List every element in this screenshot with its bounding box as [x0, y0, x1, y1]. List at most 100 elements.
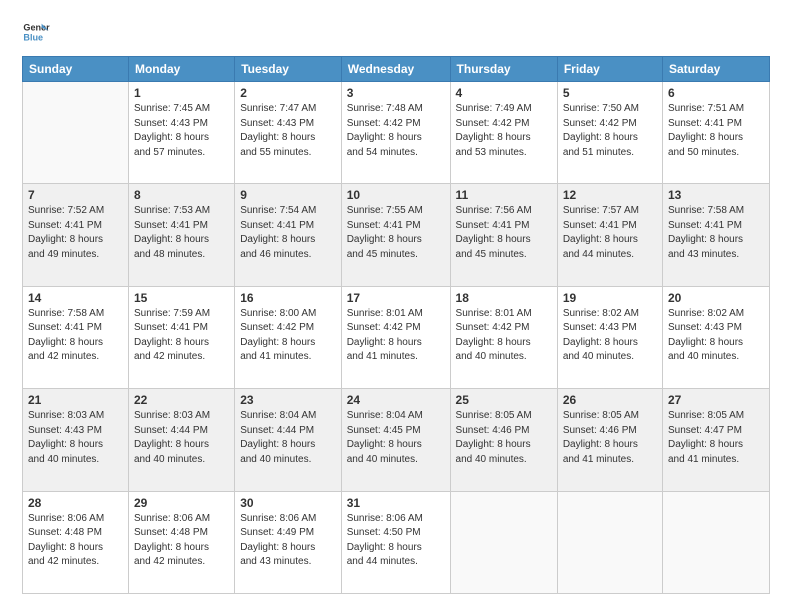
daylight-line2: and 43 minutes. [668, 249, 739, 260]
day-number: 18 [456, 291, 552, 305]
sunset-text: Sunset: 4:42 PM [563, 118, 637, 129]
daylight-line1: Daylight: 8 hours [668, 132, 743, 143]
daylight-line1: Daylight: 8 hours [668, 337, 743, 348]
sunset-text: Sunset: 4:41 PM [28, 322, 102, 333]
calendar-week-row: 1Sunrise: 7:45 AMSunset: 4:43 PMDaylight… [23, 82, 770, 184]
day-info: Sunrise: 8:00 AMSunset: 4:42 PMDaylight:… [240, 307, 336, 365]
daylight-line2: and 45 minutes. [456, 249, 527, 260]
sunset-text: Sunset: 4:50 PM [347, 527, 421, 538]
calendar-cell: 7Sunrise: 7:52 AMSunset: 4:41 PMDaylight… [23, 184, 129, 286]
sunset-text: Sunset: 4:41 PM [134, 220, 208, 231]
daylight-line2: and 40 minutes. [668, 351, 739, 362]
sunset-text: Sunset: 4:43 PM [28, 425, 102, 436]
sunset-text: Sunset: 4:44 PM [240, 425, 314, 436]
daylight-line2: and 51 minutes. [563, 147, 634, 158]
day-info: Sunrise: 8:04 AMSunset: 4:45 PMDaylight:… [347, 409, 445, 467]
logo: General Blue [22, 18, 53, 46]
daylight-line1: Daylight: 8 hours [347, 132, 422, 143]
day-info: Sunrise: 7:45 AMSunset: 4:43 PMDaylight:… [134, 102, 229, 160]
calendar-cell: 20Sunrise: 8:02 AMSunset: 4:43 PMDayligh… [662, 286, 769, 388]
calendar-cell: 19Sunrise: 8:02 AMSunset: 4:43 PMDayligh… [557, 286, 662, 388]
day-number: 7 [28, 188, 123, 202]
day-info: Sunrise: 8:02 AMSunset: 4:43 PMDaylight:… [668, 307, 764, 365]
daylight-line2: and 42 minutes. [134, 556, 205, 567]
calendar-cell: 16Sunrise: 8:00 AMSunset: 4:42 PMDayligh… [235, 286, 342, 388]
sunrise-text: Sunrise: 7:51 AM [668, 103, 744, 114]
sunrise-text: Sunrise: 7:53 AM [134, 205, 210, 216]
sunset-text: Sunset: 4:46 PM [456, 425, 530, 436]
day-number: 12 [563, 188, 657, 202]
daylight-line1: Daylight: 8 hours [456, 132, 531, 143]
daylight-line2: and 42 minutes. [134, 351, 205, 362]
day-number: 25 [456, 393, 552, 407]
day-info: Sunrise: 7:54 AMSunset: 4:41 PMDaylight:… [240, 204, 336, 262]
daylight-line1: Daylight: 8 hours [240, 234, 315, 245]
day-info: Sunrise: 8:03 AM Sunset: 4:43 PM Daylight:… [28, 409, 123, 467]
day-number: 26 [563, 393, 657, 407]
sunrise-text: Sunrise: 7:58 AM [668, 205, 744, 216]
sunset-text: Sunset: 4:43 PM [240, 118, 314, 129]
daylight-line1: Daylight: 8 hours [347, 234, 422, 245]
day-number: 27 [668, 393, 764, 407]
header: General Blue [22, 18, 770, 46]
calendar-cell: 31Sunrise: 8:06 AMSunset: 4:50 PMDayligh… [341, 491, 450, 593]
calendar-cell: 3Sunrise: 7:48 AMSunset: 4:42 PMDaylight… [341, 82, 450, 184]
daylight-line2: and 43 minutes. [240, 556, 311, 567]
sunset-text: Sunset: 4:46 PM [563, 425, 637, 436]
daylight-line2: and 48 minutes. [134, 249, 205, 260]
day-number: 15 [134, 291, 229, 305]
daylight-line1: Daylight: 8 hours [240, 542, 315, 553]
daylight-line1: Daylight: 8 hours [28, 234, 103, 245]
daylight-line1: Daylight: 8 hours [134, 234, 209, 245]
calendar-header: SundayMondayTuesdayWednesdayThursdayFrid… [23, 57, 770, 82]
daylight-line2: and 40 minutes. [28, 454, 99, 465]
calendar-cell: 13Sunrise: 7:58 AMSunset: 4:41 PMDayligh… [662, 184, 769, 286]
weekday-header-friday: Friday [557, 57, 662, 82]
daylight-line2: and 55 minutes. [240, 147, 311, 158]
daylight-line1: Daylight: 8 hours [28, 439, 103, 450]
sunset-text: Sunset: 4:42 PM [347, 322, 421, 333]
day-number: 9 [240, 188, 336, 202]
logo-icon: General Blue [22, 18, 50, 46]
daylight-line1: Daylight: 8 hours [134, 132, 209, 143]
svg-text:General: General [23, 23, 50, 33]
calendar-cell: 4Sunrise: 7:49 AMSunset: 4:42 PMDaylight… [450, 82, 557, 184]
sunrise-text: Sunrise: 7:58 AM [28, 308, 104, 319]
daylight-line1: Daylight: 8 hours [240, 132, 315, 143]
daylight-line2: and 44 minutes. [563, 249, 634, 260]
daylight-line2: and 53 minutes. [456, 147, 527, 158]
day-info: Sunrise: 8:06 AMSunset: 4:48 PMDaylight:… [28, 512, 123, 570]
sunrise-text: Sunrise: 8:02 AM [668, 308, 744, 319]
sunrise-text: Sunrise: 7:45 AM [134, 103, 210, 114]
calendar-cell: 30Sunrise: 8:06 AMSunset: 4:49 PMDayligh… [235, 491, 342, 593]
calendar-cell: 21 Sunrise: 8:03 AM Sunset: 4:43 PM Dayligh… [23, 389, 129, 491]
day-number: 22 [134, 393, 229, 407]
sunset-text: Sunset: 4:49 PM [240, 527, 314, 538]
weekday-header-thursday: Thursday [450, 57, 557, 82]
sunrise-text: Sunrise: 7:50 AM [563, 103, 639, 114]
calendar-body: 1Sunrise: 7:45 AMSunset: 4:43 PMDaylight… [23, 82, 770, 594]
svg-text:Blue: Blue [23, 32, 43, 42]
daylight-line1: Daylight: 8 hours [347, 542, 422, 553]
daylight-line2: and 54 minutes. [347, 147, 418, 158]
sunset-text: Sunset: 4:45 PM [347, 425, 421, 436]
sunrise-text: Sunrise: 7:52 AM [28, 205, 104, 216]
day-info: Sunrise: 7:57 AMSunset: 4:41 PMDaylight:… [563, 204, 657, 262]
day-number: 21 [28, 393, 123, 407]
daylight-line2: and 40 minutes. [563, 351, 634, 362]
sunrise-text: Sunrise: 7:48 AM [347, 103, 423, 114]
day-number: 1 [134, 86, 229, 100]
daylight-line2: and 50 minutes. [668, 147, 739, 158]
weekday-row: SundayMondayTuesdayWednesdayThursdayFrid… [23, 57, 770, 82]
day-info: Sunrise: 8:05 AMSunset: 4:47 PMDaylight:… [668, 409, 764, 467]
daylight-line2: and 41 minutes. [240, 351, 311, 362]
day-info: Sunrise: 7:56 AMSunset: 4:41 PMDaylight:… [456, 204, 552, 262]
daylight-line1: Daylight: 8 hours [456, 234, 531, 245]
sunrise-text: Sunrise: 8:03 AM [28, 410, 104, 421]
day-number: 10 [347, 188, 445, 202]
daylight-line1: Daylight: 8 hours [668, 439, 743, 450]
sunrise-text: Sunrise: 7:54 AM [240, 205, 316, 216]
sunset-text: Sunset: 4:41 PM [563, 220, 637, 231]
daylight-line2: and 45 minutes. [347, 249, 418, 260]
sunset-text: Sunset: 4:42 PM [240, 322, 314, 333]
